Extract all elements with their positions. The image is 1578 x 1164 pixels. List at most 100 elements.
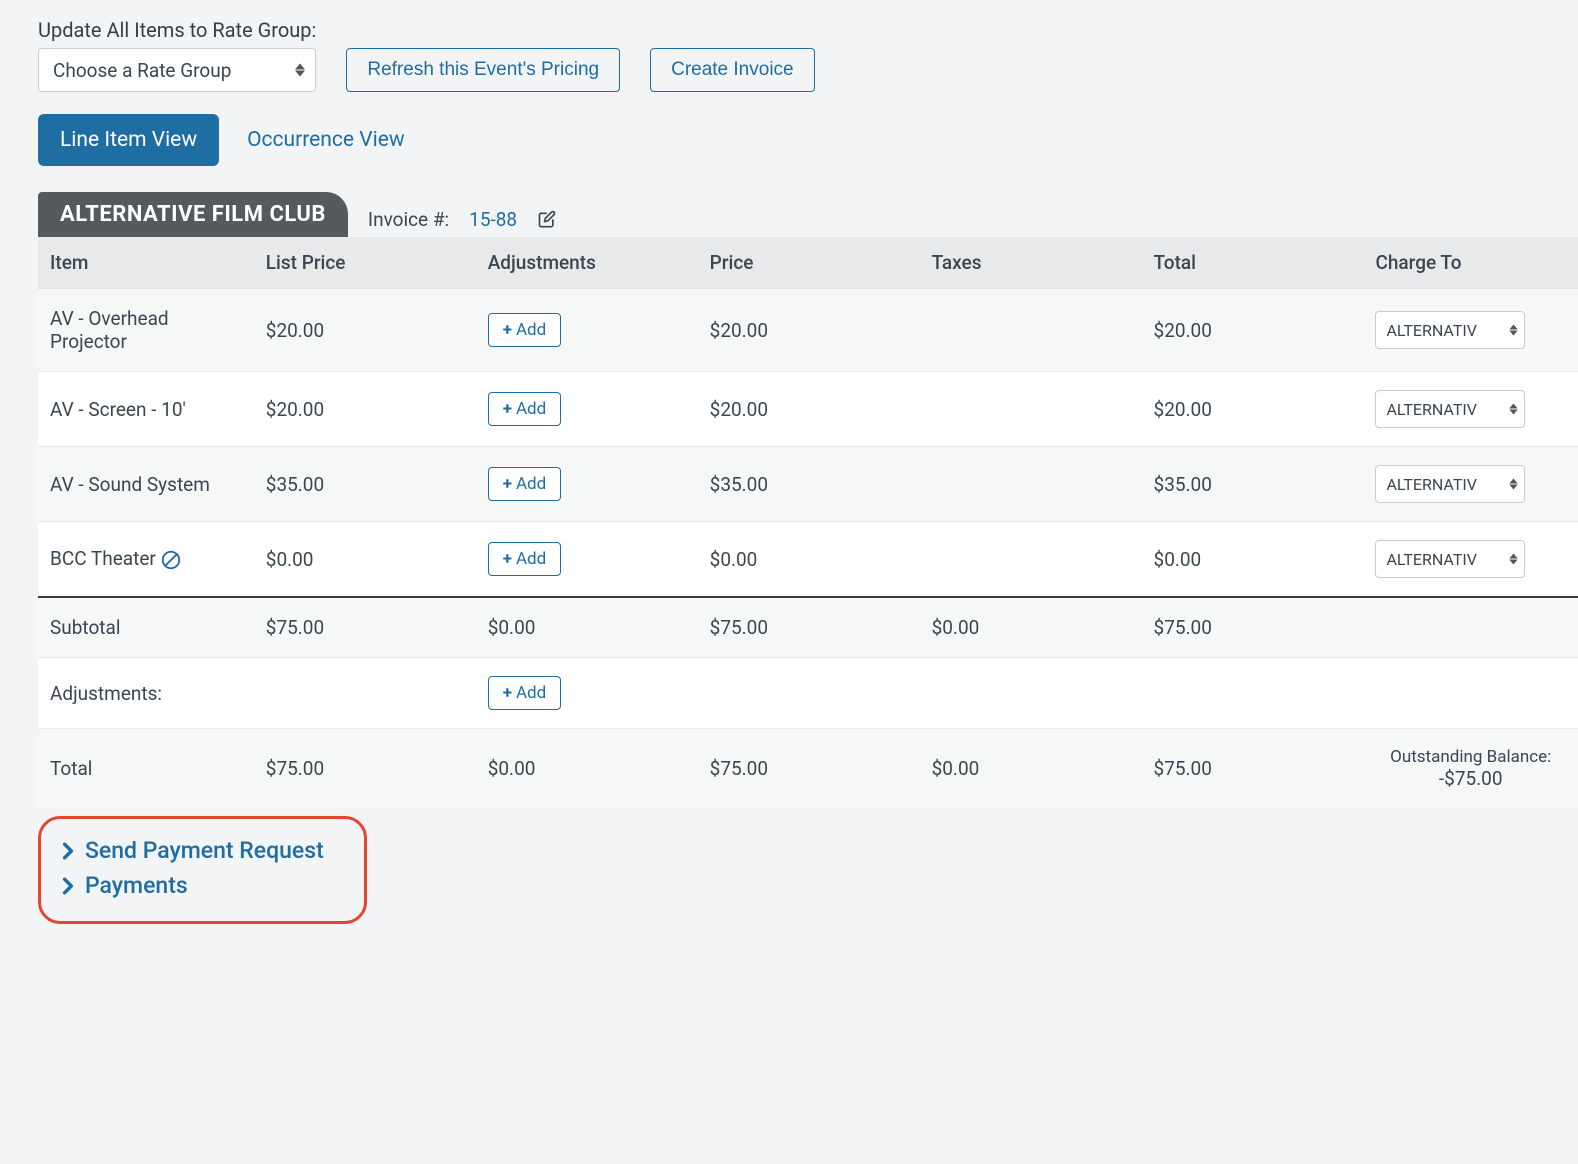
- org-name-chip: ALTERNATIVE FILM CLUB: [38, 192, 348, 237]
- adjustments-row: Adjustments: + Add: [38, 658, 1578, 729]
- charge-to-select[interactable]: ALTERNATIV: [1375, 465, 1525, 503]
- table-row: AV - Overhead Projector$20.00+Add$20.00$…: [38, 289, 1578, 372]
- edit-icon[interactable]: [537, 210, 557, 237]
- add-label: Add: [516, 399, 546, 419]
- org-header-row: ALTERNATIVE FILM CLUB Invoice #: 15-88: [38, 192, 1578, 237]
- price-cell: $20.00: [698, 289, 920, 372]
- tab-line-item-view[interactable]: Line Item View: [38, 114, 219, 166]
- subtotal-label: Subtotal: [38, 597, 254, 658]
- item-name: AV - Sound System: [38, 447, 254, 522]
- pricing-table: Item List Price Adjustments Price Taxes …: [38, 237, 1578, 808]
- create-invoice-button[interactable]: Create Invoice: [650, 48, 815, 92]
- chevron-sort-icon: [1509, 404, 1518, 415]
- total-price: $75.00: [698, 729, 920, 809]
- total-adjustments: $0.00: [476, 729, 698, 809]
- rate-group-select-value: Choose a Rate Group: [53, 59, 231, 82]
- table-row: AV - Sound System$35.00+Add$35.00$35.00A…: [38, 447, 1578, 522]
- price-cell: $20.00: [698, 372, 920, 447]
- col-list-price: List Price: [254, 237, 476, 289]
- chevron-sort-icon: [1509, 554, 1518, 565]
- add-adjustment-label: Add: [516, 683, 546, 703]
- subtotal-taxes: $0.00: [920, 597, 1142, 658]
- outstanding-balance-value: -$75.00: [1375, 767, 1566, 790]
- chevron-sort-icon: [1509, 325, 1518, 336]
- subtotal-listprice: $75.00: [254, 597, 476, 658]
- charge-to-cell: ALTERNATIV: [1363, 372, 1578, 447]
- total-cell: $0.00: [1142, 522, 1364, 598]
- plus-icon: +: [503, 549, 512, 569]
- charge-to-value: ALTERNATIV: [1386, 321, 1476, 340]
- plus-icon: +: [503, 320, 512, 340]
- price-cell: $0.00: [698, 522, 920, 598]
- plus-icon: +: [503, 474, 512, 494]
- list-price-cell: $20.00: [254, 372, 476, 447]
- list-price-cell: $20.00: [254, 289, 476, 372]
- chevron-right-icon: [61, 842, 75, 860]
- refresh-pricing-button[interactable]: Refresh this Event's Pricing: [346, 48, 620, 92]
- charge-to-cell: ALTERNATIV: [1363, 447, 1578, 522]
- plus-icon: +: [503, 399, 512, 419]
- charge-to-select[interactable]: ALTERNATIV: [1375, 390, 1525, 428]
- charge-to-value: ALTERNATIV: [1386, 400, 1476, 419]
- subtotal-total: $75.00: [1142, 597, 1364, 658]
- col-price: Price: [698, 237, 920, 289]
- forbidden-icon: [160, 549, 182, 571]
- rate-group-select[interactable]: Choose a Rate Group: [38, 48, 316, 92]
- add-adjustment-button[interactable]: +Add: [488, 313, 562, 347]
- add-adjustment-button[interactable]: + Add: [488, 676, 562, 710]
- item-name: BCC Theater: [38, 522, 254, 598]
- col-total: Total: [1142, 237, 1364, 289]
- taxes-cell: [920, 289, 1142, 372]
- tab-occurrence-view[interactable]: Occurrence View: [247, 128, 405, 152]
- payments-link[interactable]: Payments: [61, 868, 324, 903]
- taxes-cell: [920, 447, 1142, 522]
- total-cell: $20.00: [1142, 289, 1364, 372]
- add-adjustment-button[interactable]: +Add: [488, 542, 562, 576]
- adjustments-cell: +Add: [476, 447, 698, 522]
- list-price-cell: $0.00: [254, 522, 476, 598]
- total-row: Total $75.00 $0.00 $75.00 $0.00 $75.00 O…: [38, 729, 1578, 809]
- total-cell: $35.00: [1142, 447, 1364, 522]
- subtotal-row: Subtotal $75.00 $0.00 $75.00 $0.00 $75.0…: [38, 597, 1578, 658]
- add-label: Add: [516, 474, 546, 494]
- taxes-cell: [920, 372, 1142, 447]
- charge-to-value: ALTERNATIV: [1386, 475, 1476, 494]
- col-adjustments: Adjustments: [476, 237, 698, 289]
- charge-to-cell: ALTERNATIV: [1363, 522, 1578, 598]
- outstanding-balance-label: Outstanding Balance:: [1375, 747, 1566, 767]
- outstanding-balance-cell: Outstanding Balance: -$75.00: [1363, 729, 1578, 809]
- total-cell: $20.00: [1142, 372, 1364, 447]
- adjustments-cell: +Add: [476, 372, 698, 447]
- send-payment-request-label: Send Payment Request: [85, 837, 324, 864]
- price-cell: $35.00: [698, 447, 920, 522]
- chevron-right-icon: [61, 877, 75, 895]
- charge-to-select[interactable]: ALTERNATIV: [1375, 540, 1525, 578]
- top-controls: Update All Items to Rate Group: Choose a…: [38, 18, 1578, 92]
- total-listprice: $75.00: [254, 729, 476, 809]
- total-label: Total: [38, 729, 254, 809]
- table-row: BCC Theater$0.00+Add$0.00$0.00ALTERNATIV: [38, 522, 1578, 598]
- col-taxes: Taxes: [920, 237, 1142, 289]
- subtotal-price: $75.00: [698, 597, 920, 658]
- table-header-row: Item List Price Adjustments Price Taxes …: [38, 237, 1578, 289]
- charge-to-select[interactable]: ALTERNATIV: [1375, 311, 1525, 349]
- chevron-sort-icon: [295, 64, 305, 77]
- add-label: Add: [516, 320, 546, 340]
- charge-to-value: ALTERNATIV: [1386, 550, 1476, 569]
- list-price-cell: $35.00: [254, 447, 476, 522]
- payments-label: Payments: [85, 872, 188, 899]
- invoice-number-link[interactable]: 15-88: [469, 208, 517, 237]
- add-adjustment-button[interactable]: +Add: [488, 467, 562, 501]
- subtotal-adjustments: $0.00: [476, 597, 698, 658]
- send-payment-request-link[interactable]: Send Payment Request: [61, 833, 324, 868]
- adjustments-cell: +Add: [476, 289, 698, 372]
- item-name: AV - Overhead Projector: [38, 289, 254, 372]
- adjustments-cell: +Add: [476, 522, 698, 598]
- total-total: $75.00: [1142, 729, 1364, 809]
- view-tabs: Line Item View Occurrence View: [38, 114, 1578, 166]
- add-adjustment-button[interactable]: +Add: [488, 392, 562, 426]
- payments-block: Send Payment Request Payments: [38, 816, 367, 924]
- table-row: AV - Screen - 10'$20.00+Add$20.00$20.00A…: [38, 372, 1578, 447]
- invoice-number-label: Invoice #:: [368, 208, 449, 237]
- rate-group-label: Update All Items to Rate Group:: [38, 18, 316, 42]
